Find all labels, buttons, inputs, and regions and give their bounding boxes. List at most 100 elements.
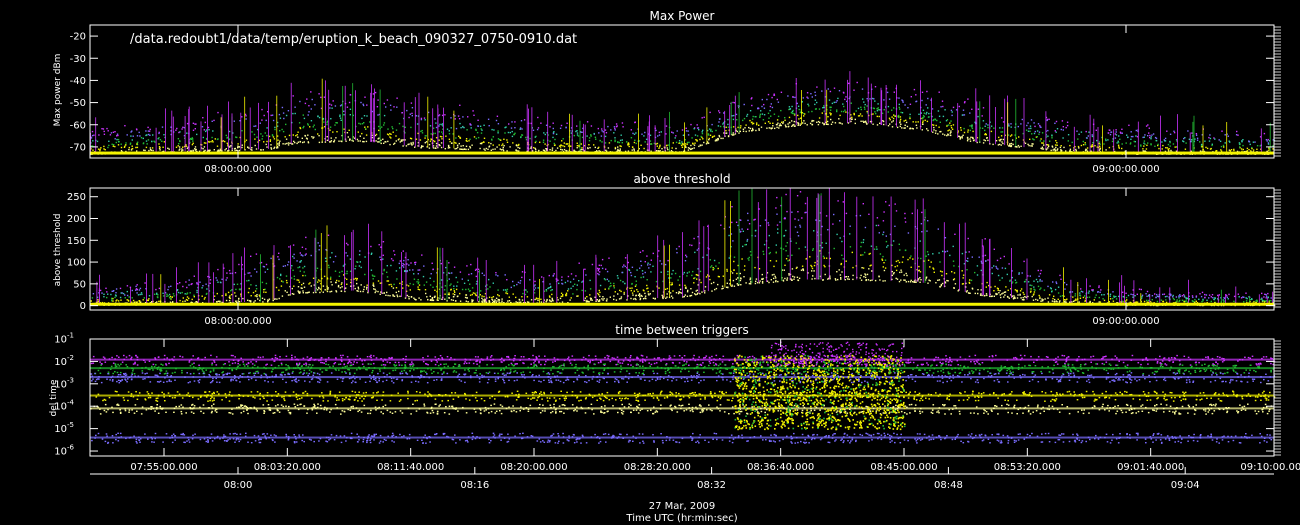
data-point bbox=[202, 117, 204, 119]
data-point bbox=[255, 284, 257, 287]
data-point bbox=[307, 141, 309, 143]
data-point bbox=[448, 133, 451, 135]
data-point bbox=[933, 129, 935, 131]
data-point bbox=[497, 275, 499, 277]
data-point bbox=[1010, 126, 1012, 128]
data-point bbox=[327, 287, 329, 289]
data-point bbox=[906, 125, 909, 128]
data-point bbox=[1196, 137, 1199, 139]
data-point bbox=[1132, 135, 1134, 138]
data-point bbox=[416, 123, 419, 125]
data-point bbox=[906, 274, 908, 277]
data-point bbox=[390, 264, 392, 267]
data-point bbox=[575, 275, 577, 277]
data-point bbox=[891, 109, 893, 111]
data-point bbox=[823, 110, 825, 112]
data-point bbox=[362, 290, 364, 293]
data-point bbox=[169, 301, 172, 303]
data-point bbox=[1024, 280, 1026, 283]
data-point bbox=[1233, 149, 1235, 152]
data-point bbox=[149, 149, 152, 151]
data-point bbox=[409, 269, 411, 271]
data-point bbox=[561, 283, 564, 285]
data-point bbox=[894, 266, 896, 268]
data-point bbox=[166, 295, 168, 297]
data-point bbox=[364, 96, 366, 98]
data-point bbox=[435, 145, 438, 147]
data-point bbox=[445, 135, 447, 137]
data-point bbox=[404, 126, 406, 128]
data-point bbox=[1080, 144, 1083, 147]
data-point bbox=[985, 286, 987, 288]
data-point bbox=[176, 127, 178, 130]
data-point bbox=[1200, 295, 1203, 298]
data-point bbox=[1060, 145, 1062, 147]
data-point bbox=[281, 106, 284, 109]
data-point bbox=[453, 266, 456, 268]
data-point bbox=[758, 282, 761, 284]
data-point bbox=[690, 288, 692, 290]
data-point bbox=[728, 257, 730, 259]
data-point bbox=[356, 138, 359, 141]
data-point bbox=[687, 289, 689, 292]
data-point bbox=[930, 261, 932, 263]
data-point bbox=[646, 279, 648, 281]
data-point bbox=[312, 137, 314, 139]
data-point bbox=[467, 288, 470, 290]
data-point bbox=[981, 127, 984, 129]
data-point bbox=[216, 145, 219, 147]
data-point bbox=[581, 148, 583, 151]
data-point bbox=[136, 301, 139, 303]
data-point bbox=[292, 134, 294, 136]
data-point bbox=[1055, 140, 1057, 142]
data-point bbox=[863, 106, 866, 108]
data-point bbox=[874, 279, 877, 282]
data-point bbox=[537, 127, 540, 129]
data-point bbox=[936, 119, 938, 122]
data-point bbox=[691, 147, 694, 150]
data-point bbox=[794, 218, 796, 220]
data-point bbox=[797, 124, 799, 126]
data-point bbox=[326, 139, 329, 141]
data-point bbox=[1051, 291, 1053, 293]
data-point bbox=[192, 122, 195, 124]
data-point bbox=[938, 252, 940, 254]
data-point bbox=[490, 142, 492, 145]
data-point bbox=[960, 127, 962, 129]
data-point bbox=[545, 124, 548, 126]
data-point bbox=[777, 101, 780, 103]
data-point bbox=[1044, 298, 1046, 300]
data-point bbox=[1047, 129, 1049, 132]
data-point bbox=[904, 127, 906, 129]
data-point bbox=[782, 248, 785, 250]
data-point bbox=[570, 287, 572, 290]
data-point bbox=[254, 144, 256, 147]
data-point bbox=[499, 148, 501, 150]
data-point bbox=[1114, 133, 1117, 135]
data-point bbox=[392, 131, 394, 133]
data-point bbox=[454, 118, 456, 120]
data-point bbox=[680, 144, 683, 147]
data-point bbox=[481, 272, 483, 274]
data-point bbox=[624, 282, 626, 285]
data-point bbox=[416, 281, 418, 283]
data-point bbox=[241, 130, 243, 132]
data-point bbox=[872, 123, 874, 125]
data-point bbox=[802, 112, 805, 115]
data-point bbox=[671, 283, 673, 286]
data-point bbox=[520, 135, 522, 138]
data-point bbox=[581, 289, 583, 292]
data-point bbox=[697, 268, 699, 270]
data-point bbox=[806, 92, 809, 94]
data-point bbox=[518, 143, 520, 146]
data-point bbox=[717, 267, 719, 270]
data-point bbox=[504, 132, 506, 134]
data-point bbox=[623, 264, 625, 266]
data-point bbox=[182, 126, 184, 128]
data-point bbox=[456, 285, 458, 287]
data-point bbox=[274, 128, 276, 131]
data-point bbox=[630, 297, 632, 300]
data-point bbox=[378, 125, 380, 128]
data-point bbox=[506, 139, 508, 141]
data-point bbox=[1098, 145, 1101, 147]
